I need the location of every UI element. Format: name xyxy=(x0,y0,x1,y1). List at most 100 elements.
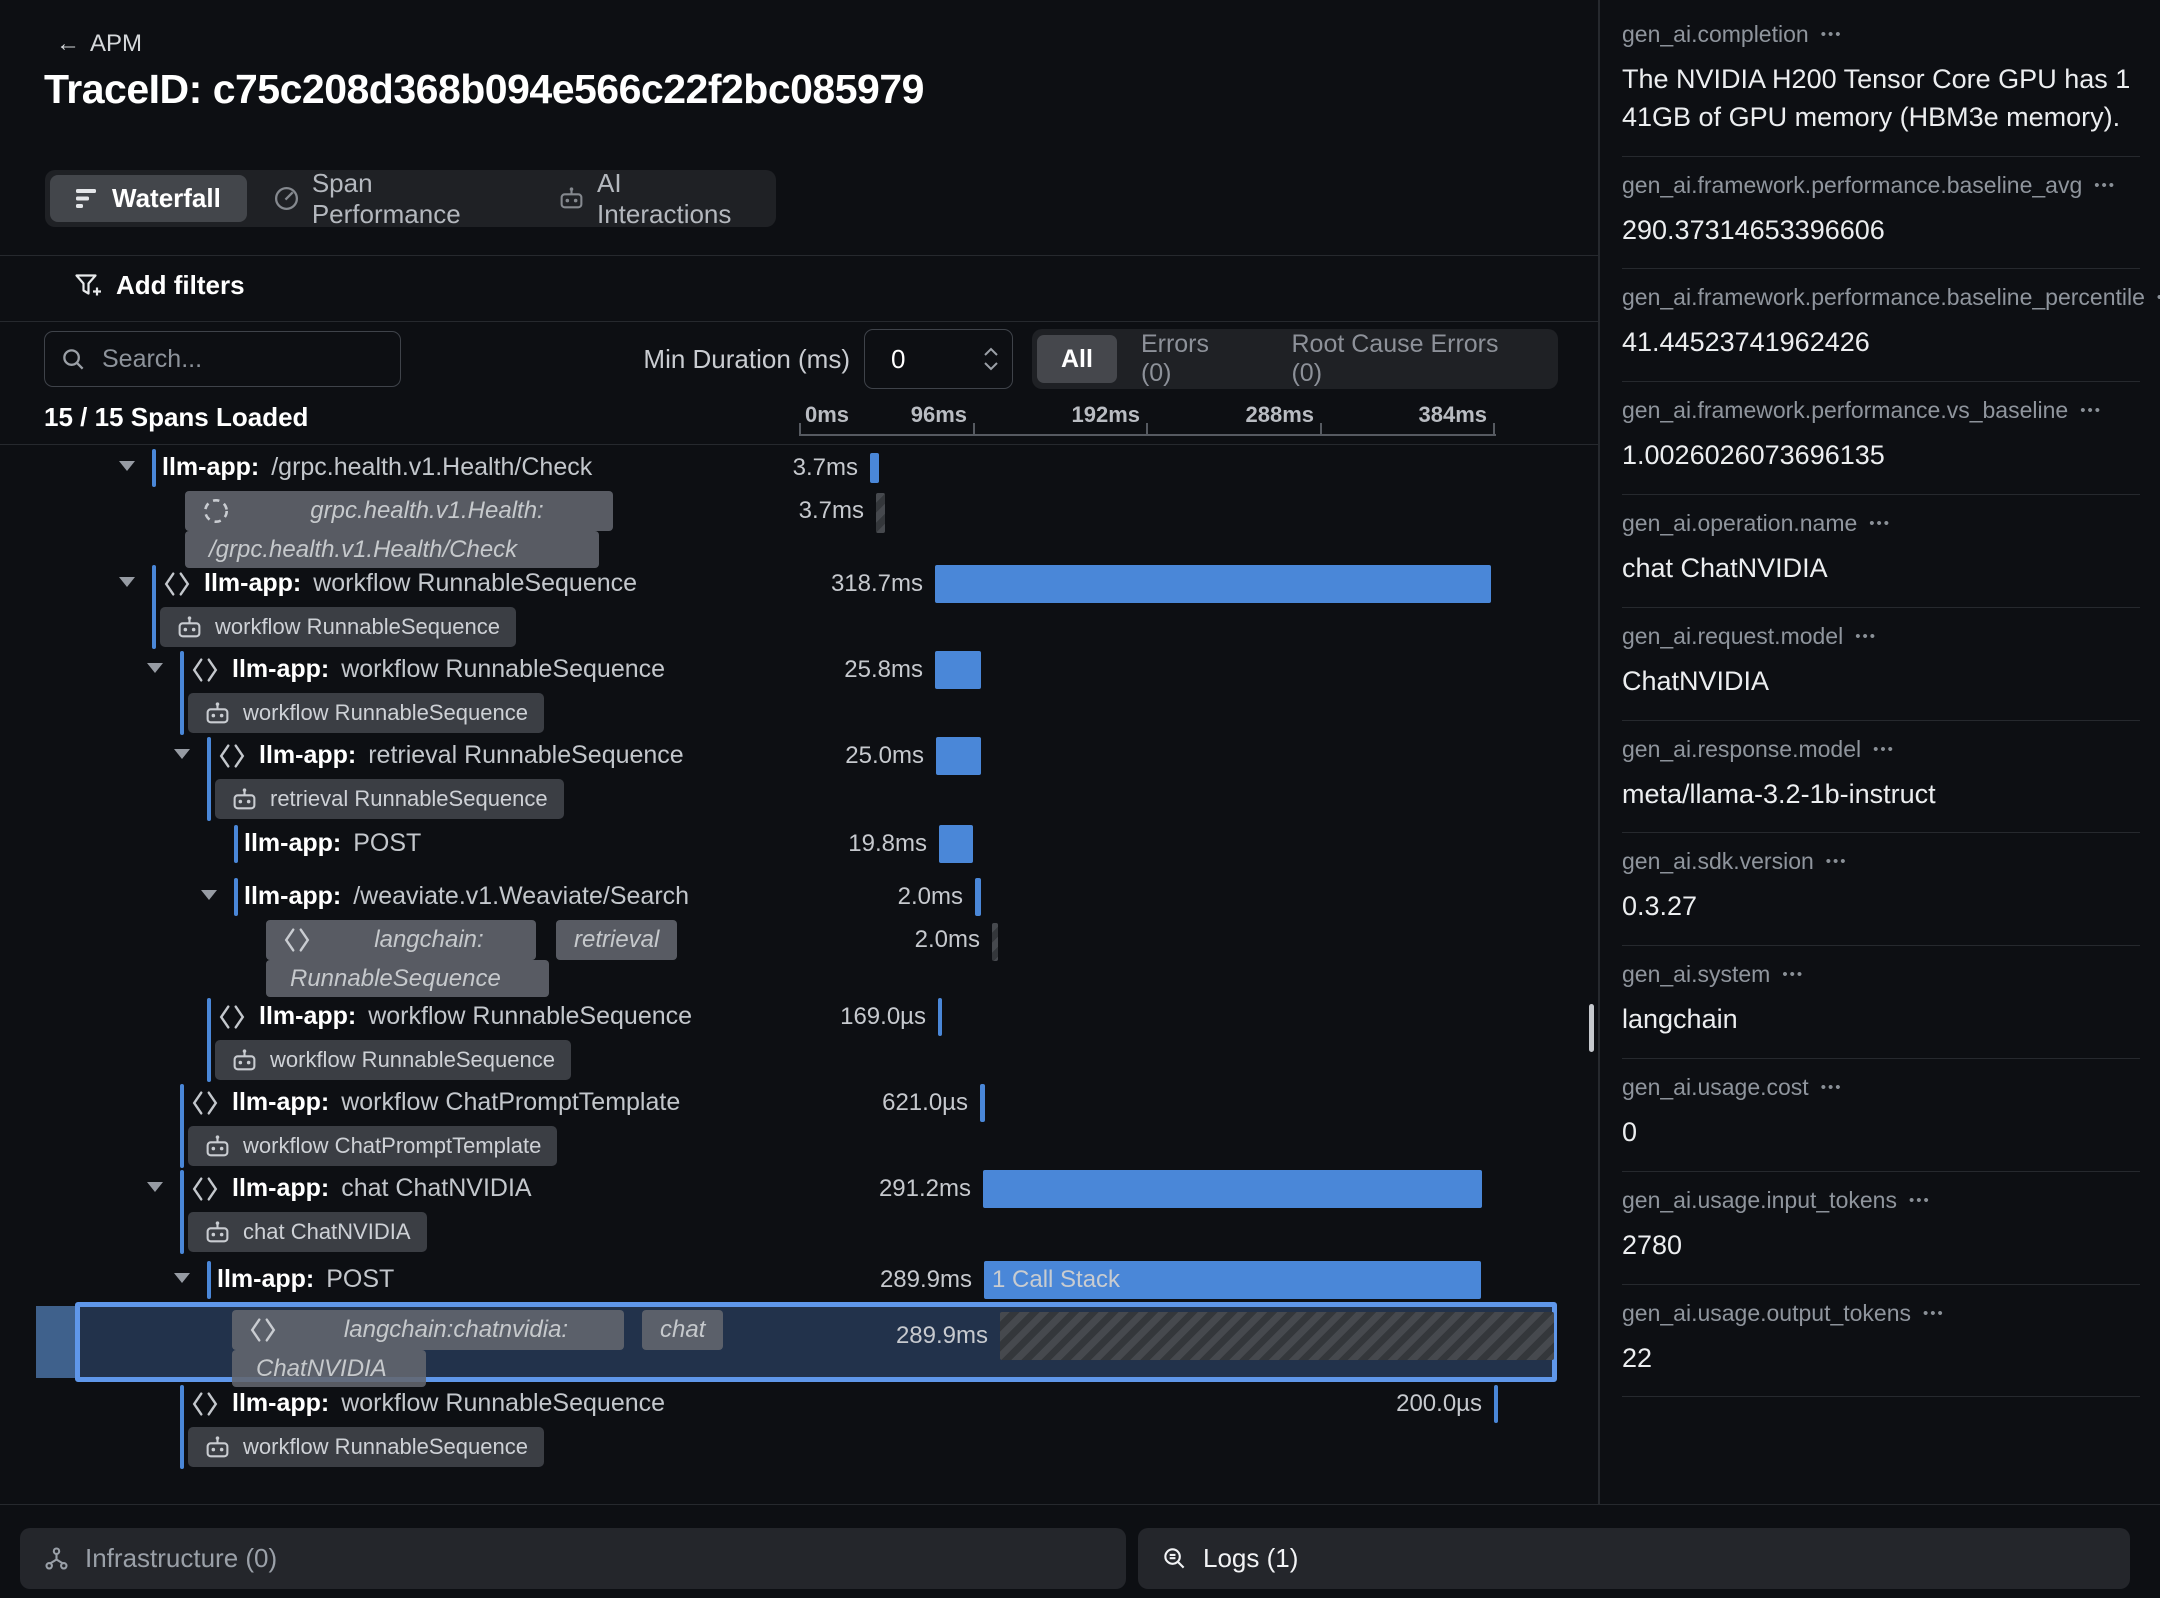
scope-option-all[interactable]: All xyxy=(1037,335,1117,383)
attribute-value: 0 xyxy=(1622,1114,2140,1152)
attribute-item: gen_ai.usage.output_tokens•••22 xyxy=(1622,1285,2140,1398)
attribute-item: gen_ai.completion•••The NVIDIA H200 Tens… xyxy=(1622,6,2140,157)
min-duration-input[interactable] xyxy=(864,329,1013,389)
span-row[interactable]: llm-app:chat ChatNVIDIA xyxy=(190,1167,532,1210)
span-duration-bar[interactable] xyxy=(983,1170,1482,1208)
span-kind-tag: workflow RunnableSequence xyxy=(215,1040,571,1080)
attribute-item: gen_ai.usage.input_tokens ••• 2780 xyxy=(1622,1172,2140,1285)
tab-waterfall[interactable]: Waterfall xyxy=(50,175,247,222)
tab-ai-interactions[interactable]: AI Interactions xyxy=(532,175,771,222)
span-duration: 291.2ms xyxy=(745,1167,971,1210)
selected-duration-bar[interactable] xyxy=(1000,1312,1554,1360)
span-operation: retrieval RunnableSequence xyxy=(368,741,684,770)
span-duration: 200.0µs xyxy=(1256,1382,1482,1425)
span-row[interactable]: llm-app:POST xyxy=(244,822,421,865)
span-duration-bar[interactable] xyxy=(938,998,942,1036)
span-duration-bar[interactable] xyxy=(936,737,981,775)
attribute-menu-button[interactable]: ••• xyxy=(1821,1079,1843,1096)
span-row[interactable]: llm-app:workflow ChatPromptTemplate xyxy=(190,1081,680,1124)
row-chevron-down-icon[interactable] xyxy=(174,1273,190,1283)
span-kind-label: retrieval RunnableSequence xyxy=(270,786,548,812)
back-link-apm[interactable]: ← APM xyxy=(56,30,142,58)
span-kind-label: workflow RunnableSequence xyxy=(243,1434,528,1460)
infrastructure-button[interactable]: Infrastructure (0) xyxy=(20,1528,1126,1589)
attribute-menu-button[interactable]: ••• xyxy=(1855,628,1877,645)
add-filters-button[interactable]: Add filters xyxy=(74,270,245,301)
span-service: llm-app: xyxy=(232,1088,329,1117)
attribute-menu-button[interactable]: ••• xyxy=(1873,741,1895,758)
attribute-value: chat ChatNVIDIA xyxy=(1622,550,2140,588)
span-duration-bar[interactable] xyxy=(935,565,1491,603)
attribute-menu-button[interactable]: ••• xyxy=(2080,402,2102,419)
span-duration: 3.7ms xyxy=(632,446,858,489)
span-row[interactable]: llm-app:/grpc.health.v1.Health/Check xyxy=(162,446,592,489)
infrastructure-icon xyxy=(44,1546,69,1571)
row-chevron-down-icon[interactable] xyxy=(119,461,135,471)
call-stack-label: 1 Call Stack xyxy=(984,1266,1120,1293)
chevron-up-icon[interactable] xyxy=(984,347,998,356)
span-row[interactable]: llm-app:workflow RunnableSequence xyxy=(190,1382,665,1425)
scope-option-errors-0-[interactable]: Errors (0) xyxy=(1117,335,1268,383)
span-row[interactable]: llm-app:workflow RunnableSequence xyxy=(162,562,637,605)
span-duration-bar[interactable] xyxy=(980,1084,985,1122)
span-kind-tag: workflow RunnableSequence xyxy=(188,1427,544,1467)
attribute-menu-button[interactable]: ••• xyxy=(1782,966,1804,983)
search-input[interactable] xyxy=(100,344,354,375)
attribute-menu-button[interactable]: ••• xyxy=(1909,1192,1931,1209)
scrollbar-thumb[interactable] xyxy=(1589,1004,1594,1052)
axis-tick-label: 288ms xyxy=(1174,402,1314,428)
span-row[interactable]: llm-app:POST xyxy=(217,1258,394,1301)
row-chevron-down-icon[interactable] xyxy=(147,663,163,673)
divider xyxy=(0,1504,2160,1505)
span-operation: /weaviate.v1.Weaviate/Search xyxy=(353,882,689,911)
tab-span-performance[interactable]: Span Performance xyxy=(247,175,532,222)
span-service: llm-app: xyxy=(244,882,341,911)
attribute-menu-button[interactable]: ••• xyxy=(1826,853,1848,870)
span-duration-bar[interactable] xyxy=(870,453,879,483)
min-duration-value[interactable] xyxy=(865,343,963,376)
row-chevron-down-icon[interactable] xyxy=(119,577,135,587)
span-row[interactable]: llm-app:workflow RunnableSequence xyxy=(217,995,692,1038)
attribute-menu-button[interactable]: ••• xyxy=(1821,26,1843,43)
attribute-value: 2780 xyxy=(1622,1227,2140,1265)
robot-icon xyxy=(204,1435,231,1460)
span-row[interactable]: llm-app:workflow RunnableSequence xyxy=(190,648,665,691)
span-service: llm-app: xyxy=(259,741,356,770)
diamond-icon xyxy=(217,1002,247,1032)
span-duration-bar[interactable] xyxy=(1494,1385,1498,1423)
back-arrow-icon: ← xyxy=(56,30,80,58)
span-row[interactable]: llm-app: retrieval RunnableSequence xyxy=(217,734,684,777)
span-indent-line xyxy=(207,737,211,821)
attribute-menu-button[interactable]: ••• xyxy=(2094,177,2116,194)
attribute-item: gen_ai.framework.performance.baseline_pe… xyxy=(1622,269,2140,382)
span-row[interactable]: llm-app: /weaviate.v1.Weaviate/Search xyxy=(244,875,689,918)
attribute-menu-button[interactable]: ••• xyxy=(1869,515,1891,532)
gauge-icon xyxy=(273,185,300,212)
span-attributes-panel: gen_ai.completion•••The NVIDIA H200 Tens… xyxy=(1600,0,2160,1504)
span-duration-bar[interactable] xyxy=(876,493,885,533)
span-duration: 25.8ms xyxy=(697,648,923,691)
scope-option-root-cause-errors-0-[interactable]: Root Cause Errors (0) xyxy=(1267,335,1553,383)
span-service: llm-app: xyxy=(204,569,301,598)
attribute-item: gen_ai.request.model•••ChatNVIDIA xyxy=(1622,608,2140,721)
span-kind-label: workflow ChatPromptTemplate xyxy=(243,1133,541,1159)
row-chevron-down-icon[interactable] xyxy=(174,749,190,759)
search-icon xyxy=(61,347,86,372)
row-chevron-down-icon[interactable] xyxy=(147,1182,163,1192)
span-tooltip-line2: ChatNVIDIA xyxy=(232,1350,426,1387)
span-duration-bar[interactable] xyxy=(992,923,998,961)
row-chevron-down-icon[interactable] xyxy=(201,890,217,900)
search-box[interactable] xyxy=(44,331,401,387)
span-duration: 289.9ms xyxy=(746,1258,972,1301)
span-duration-bar[interactable] xyxy=(935,651,981,689)
logs-button[interactable]: Logs (1) xyxy=(1138,1528,2130,1589)
span-kind-tag: workflow RunnableSequence xyxy=(160,607,516,647)
span-duration-bar[interactable] xyxy=(939,825,973,863)
attribute-menu-button[interactable]: ••• xyxy=(1923,1305,1945,1322)
span-duration-bar[interactable] xyxy=(975,878,981,916)
number-stepper[interactable] xyxy=(984,347,998,371)
chevron-down-icon[interactable] xyxy=(984,362,998,371)
axis-tick-label: 192ms xyxy=(1000,402,1140,428)
span-duration-bar[interactable]: 1 Call Stack xyxy=(984,1261,1481,1299)
attribute-key-text: gen_ai.usage.input_tokens xyxy=(1622,1187,1897,1214)
